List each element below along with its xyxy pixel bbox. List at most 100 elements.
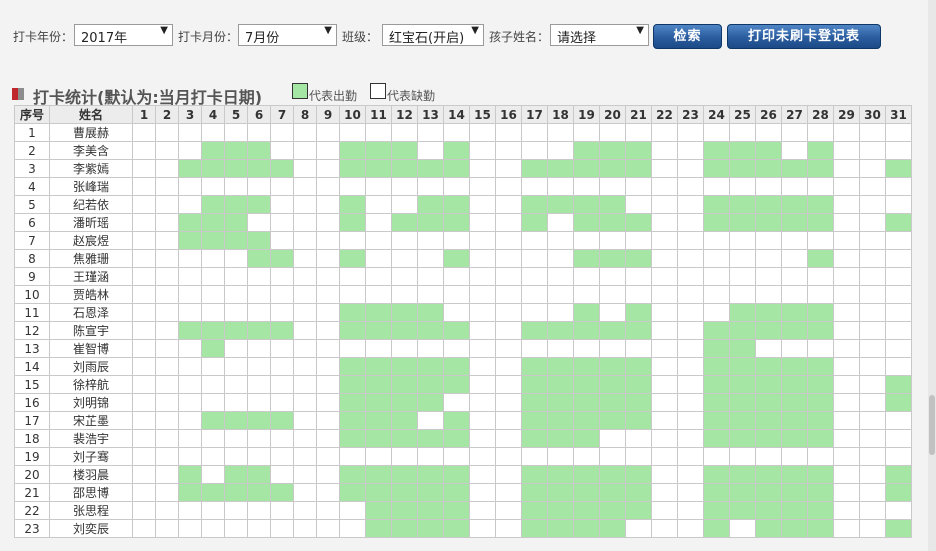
attendance-cell-absent <box>547 249 574 268</box>
column-header-day: 13 <box>417 105 444 124</box>
attendance-cell-absent <box>155 177 179 196</box>
table-row: 23 刘奕辰 <box>14 519 912 538</box>
child-select[interactable]: 请选择 ▼ <box>550 24 649 46</box>
attendance-cell-absent <box>677 519 704 538</box>
attendance-cell-absent <box>599 447 626 466</box>
attendance-cell-absent <box>178 429 202 448</box>
attendance-cell-absent <box>178 177 202 196</box>
attendance-cell-absent <box>521 303 548 322</box>
column-header-day: 11 <box>365 105 392 124</box>
attendance-cell-absent <box>270 213 294 232</box>
attendance-cell-absent <box>625 231 652 250</box>
attendance-cell-absent <box>316 501 340 520</box>
column-header-day: 31 <box>885 105 912 124</box>
attendance-cell-absent <box>833 339 860 358</box>
attendance-cell-present <box>365 483 392 502</box>
attendance-cell-present <box>885 159 912 178</box>
attendance-cell-present <box>781 159 808 178</box>
attendance-cell-absent <box>155 159 179 178</box>
column-header-day: 8 <box>293 105 317 124</box>
attendance-cell-present <box>807 483 834 502</box>
attendance-cell-present <box>573 195 600 214</box>
attendance-cell-absent <box>132 267 156 286</box>
attendance-cell-absent <box>316 177 340 196</box>
attendance-cell-absent <box>885 141 912 160</box>
column-header-day: 10 <box>339 105 366 124</box>
attendance-cell-present <box>807 213 834 232</box>
attendance-cell-present <box>224 195 248 214</box>
attendance-cell-absent <box>316 285 340 304</box>
attendance-cell-absent <box>365 339 392 358</box>
attendance-cell-absent <box>781 231 808 250</box>
attendance-cell-absent <box>885 339 912 358</box>
attendance-cell-absent <box>224 303 248 322</box>
attendance-cell-absent <box>316 267 340 286</box>
column-header-day: 18 <box>547 105 574 124</box>
attendance-cell-present <box>391 375 418 394</box>
scrollbar-thumb[interactable] <box>929 395 935 455</box>
attendance-cell-present <box>729 501 756 520</box>
attendance-cell-absent <box>885 123 912 142</box>
attendance-cell-present <box>625 357 652 376</box>
attendance-cell-present <box>339 411 366 430</box>
attendance-cell-present <box>365 411 392 430</box>
attendance-cell-present <box>417 501 444 520</box>
attendance-cell-absent <box>521 231 548 250</box>
attendance-cell-present <box>201 483 225 502</box>
attendance-cell-absent <box>885 231 912 250</box>
attendance-cell-absent <box>651 357 678 376</box>
attendance-cell-absent <box>651 519 678 538</box>
attendance-cell-absent <box>547 285 574 304</box>
student-name: 潘昕瑶 <box>49 213 133 232</box>
attendance-cell-absent <box>755 177 782 196</box>
attendance-cell-absent <box>132 429 156 448</box>
attendance-cell-present <box>443 321 470 340</box>
attendance-cell-absent <box>833 393 860 412</box>
attendance-cell-absent <box>316 357 340 376</box>
class-select[interactable]: 红宝石(开启) ▼ <box>382 24 484 46</box>
attendance-cell-absent <box>807 123 834 142</box>
attendance-cell-present <box>521 393 548 412</box>
attendance-cell-absent <box>677 429 704 448</box>
attendance-cell-absent <box>703 285 730 304</box>
row-index: 14 <box>14 357 50 376</box>
attendance-cell-present <box>224 321 248 340</box>
attendance-cell-absent <box>224 501 248 520</box>
attendance-cell-present <box>339 321 366 340</box>
attendance-cell-present <box>573 321 600 340</box>
attendance-cell-present <box>201 231 225 250</box>
attendance-cell-present <box>224 159 248 178</box>
print-button[interactable]: 打印未刷卡登记表 <box>727 24 881 49</box>
attendance-cell-absent <box>132 357 156 376</box>
attendance-cell-absent <box>755 123 782 142</box>
attendance-cell-absent <box>270 285 294 304</box>
attendance-cell-absent <box>625 447 652 466</box>
attendance-cell-present <box>391 303 418 322</box>
attendance-cell-present <box>781 519 808 538</box>
month-select[interactable]: 7月份 ▼ <box>238 24 337 46</box>
attendance-cell-absent <box>178 375 202 394</box>
year-select[interactable]: 2017年 ▼ <box>74 24 173 46</box>
attendance-cell-absent <box>651 195 678 214</box>
attendance-cell-absent <box>270 357 294 376</box>
attendance-cell-absent <box>178 519 202 538</box>
section-marker-icon <box>12 88 24 100</box>
attendance-cell-present <box>599 375 626 394</box>
attendance-cell-present <box>521 519 548 538</box>
student-name: 曹展赫 <box>49 123 133 142</box>
attendance-cell-absent <box>677 447 704 466</box>
student-name: 刘奕辰 <box>49 519 133 538</box>
attendance-cell-present <box>755 303 782 322</box>
attendance-cell-absent <box>224 249 248 268</box>
attendance-table: 序号 姓名 1 2 3 4 5 6 7 8 9 10 11 12 13 14 15 16 17 18 19 20 21 22 2… <box>14 105 912 538</box>
attendance-cell-absent <box>495 249 522 268</box>
attendance-cell-present <box>339 213 366 232</box>
search-button[interactable]: 检索 <box>653 24 722 49</box>
attendance-cell-present <box>729 393 756 412</box>
attendance-cell-absent <box>155 321 179 340</box>
attendance-cell-absent <box>677 231 704 250</box>
vertical-scrollbar[interactable] <box>928 0 936 551</box>
attendance-cell-present <box>729 357 756 376</box>
attendance-cell-absent <box>469 321 496 340</box>
attendance-cell-absent <box>495 447 522 466</box>
